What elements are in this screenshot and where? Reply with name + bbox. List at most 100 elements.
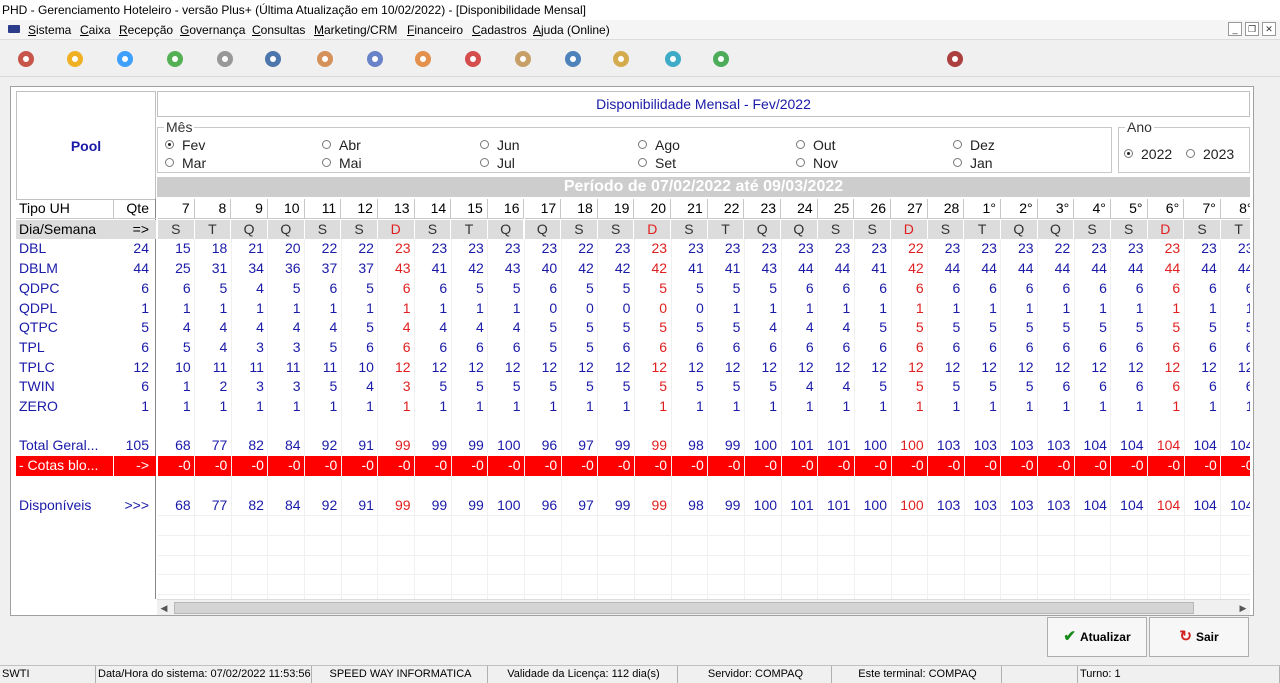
row-tpl-cell: 6 xyxy=(879,338,887,355)
month-radio-jan[interactable]: Jan xyxy=(953,155,993,171)
search-doc-icon[interactable] xyxy=(562,48,584,70)
row-tpl-cell: 6 xyxy=(402,338,411,355)
guests-icon[interactable] xyxy=(364,48,386,70)
runner-icon[interactable] xyxy=(462,48,484,70)
row-qtpc-cell: 4 xyxy=(439,319,448,336)
restore-icon[interactable]: ❐ xyxy=(1245,22,1259,36)
row-dblm-cell: 44 xyxy=(944,260,961,277)
row-dblm-cell: 41 xyxy=(724,260,741,277)
day-header-cell: 8 xyxy=(194,199,232,219)
menu-item-governan-a[interactable]: Governança xyxy=(180,20,245,40)
compass-icon[interactable] xyxy=(214,48,236,70)
clock-icon[interactable] xyxy=(164,48,186,70)
month-radio-jun[interactable]: Jun xyxy=(480,137,520,153)
menu-item-cadastros[interactable]: Cadastros xyxy=(472,20,527,40)
lock-icon[interactable] xyxy=(64,48,86,70)
menu-item-caixa[interactable]: Caixa xyxy=(80,20,111,40)
transfer-icon[interactable] xyxy=(610,48,632,70)
row-zero-cell: 1 xyxy=(585,398,594,414)
row-twin-cell: 6 xyxy=(1209,378,1217,395)
row-qdpl-cell: 1 xyxy=(842,299,851,316)
cotas-cell: -0 xyxy=(891,456,928,476)
scroll-left-icon[interactable]: ◀ xyxy=(157,600,171,616)
day-header-cell: 28 xyxy=(927,199,965,219)
minimize-icon[interactable]: _ xyxy=(1228,22,1242,36)
menu-item-sistema[interactable]: Sistema xyxy=(28,20,71,40)
scroll-right-icon[interactable]: ▶ xyxy=(1236,600,1250,616)
row-dblm-cell: 44 xyxy=(798,260,814,277)
month-radio-nov[interactable]: Nov xyxy=(796,155,838,171)
menu-item-recep-o[interactable]: Recepção xyxy=(119,20,173,40)
menu-item-marketing-crm[interactable]: Marketing/CRM xyxy=(314,20,397,40)
row-dblm-qte: 44 xyxy=(133,260,149,277)
row-tpl-cell: 3 xyxy=(256,338,264,355)
month-radio-out[interactable]: Out xyxy=(796,137,836,153)
row-qtpc-cell: 5 xyxy=(1245,319,1250,336)
year-radio-2022[interactable]: 2022 xyxy=(1124,146,1172,162)
row-qtpc-cell: 5 xyxy=(585,319,594,336)
day-header-cell: 18 xyxy=(561,199,598,219)
disponiveis-cell: 103 xyxy=(973,496,997,513)
row-qtpc-label-row: QTPC 5 xyxy=(16,318,156,338)
row-zero-cell: 1 xyxy=(695,398,704,414)
horizontal-scrollbar[interactable]: ◀ ▶ xyxy=(157,599,1250,615)
month-radio-ago[interactable]: Ago xyxy=(638,137,680,153)
close-icon[interactable]: ✕ xyxy=(1262,22,1276,36)
disponiveis-cell: 99 xyxy=(431,496,448,513)
row-tpl-cell: 6 xyxy=(622,338,631,355)
exit-icon[interactable] xyxy=(15,48,37,70)
disponiveis-cell: 99 xyxy=(468,496,484,513)
grid-day-columns[interactable]: 7 8 9 10 11 12 13 14 15 16 17 18 19 20 21 22 23 24 25 26 27 2… xyxy=(158,199,1250,599)
cotas-cell: -0 xyxy=(1147,456,1185,476)
month-radio-mar[interactable]: Mar xyxy=(165,155,206,171)
menu-item-ajuda-online-[interactable]: Ajuda (Online) xyxy=(533,20,610,40)
menu-item-financeiro[interactable]: Financeiro xyxy=(407,20,463,40)
row-dbl-cell: 23 xyxy=(1127,240,1144,257)
scroll-thumb[interactable] xyxy=(174,602,1194,614)
group-icon[interactable] xyxy=(412,48,434,70)
month-radio-mai[interactable]: Mai xyxy=(322,155,362,171)
grid-fixed-columns: Tipo UH Qte Dia/Semana => DBL 24 DBLM 44 QDPC 6 QD… xyxy=(16,199,156,599)
row-tpl-cell: 6 xyxy=(952,338,961,355)
card-icon[interactable] xyxy=(262,48,284,70)
month-radio-fev[interactable]: Fev xyxy=(165,137,205,153)
menu-item-consultas[interactable]: Consultas xyxy=(252,20,305,40)
row-tplc-cell: 12 xyxy=(1018,358,1034,375)
bellboy-icon[interactable] xyxy=(512,48,534,70)
row-tplc-cell: 12 xyxy=(724,358,741,375)
year-radio-2023[interactable]: 2023 xyxy=(1186,146,1234,162)
row-qdpl-cell: 0 xyxy=(549,299,558,316)
disponiveis-cell: 96 xyxy=(541,496,558,513)
month-radio-abr[interactable]: Abr xyxy=(322,137,361,153)
record-icon[interactable] xyxy=(944,48,966,70)
sair-button[interactable]: ↻ Sair xyxy=(1149,617,1249,657)
page-title: Disponibilidade Mensal - Fev/2022 xyxy=(157,91,1250,117)
row-dblm-values-row: 25 31 34 36 37 37 43 41 42 43 40 42 42 42 41 41 43 44 44 41… xyxy=(158,259,1250,279)
weekday-cell: D xyxy=(634,219,672,240)
row-twin-cell: 3 xyxy=(292,378,301,395)
month-radio-set[interactable]: Set xyxy=(638,155,676,171)
row-zero-cell: 1 xyxy=(842,398,851,414)
grid-line xyxy=(377,239,379,599)
status-panel: Servidor: COMPAQ xyxy=(678,666,832,683)
calculator-icon[interactable] xyxy=(662,48,684,70)
weekday-cell: D xyxy=(891,219,928,240)
month-radio-dez[interactable]: Dez xyxy=(953,137,995,153)
row-dbl-cell: 21 xyxy=(248,240,264,257)
row-tplc-cell: 12 xyxy=(578,358,594,375)
atualizar-button[interactable]: ✔ Atualizar xyxy=(1047,617,1147,657)
row-qtpc-cell: 5 xyxy=(1209,319,1217,336)
row-twin-cell: 5 xyxy=(585,378,594,395)
chat-icon[interactable] xyxy=(114,48,136,70)
row-zero-cell: 1 xyxy=(1209,398,1217,414)
disponiveis-cell: 99 xyxy=(651,496,668,513)
row-zero-cell: 1 xyxy=(989,398,997,414)
day-header-cell: 9 xyxy=(231,199,268,219)
month-radio-jul[interactable]: Jul xyxy=(480,155,515,171)
disponiveis-values-row: 68 77 82 84 92 91 99 99 99 100 96 97 99 99 98 99 100 101 1… xyxy=(158,496,1250,516)
grid-line xyxy=(1073,239,1075,599)
weekday-cell: S xyxy=(158,219,195,240)
row-dblm-cell: 44 xyxy=(1018,260,1034,277)
bed-icon[interactable] xyxy=(314,48,336,70)
chart-icon[interactable] xyxy=(710,48,732,70)
